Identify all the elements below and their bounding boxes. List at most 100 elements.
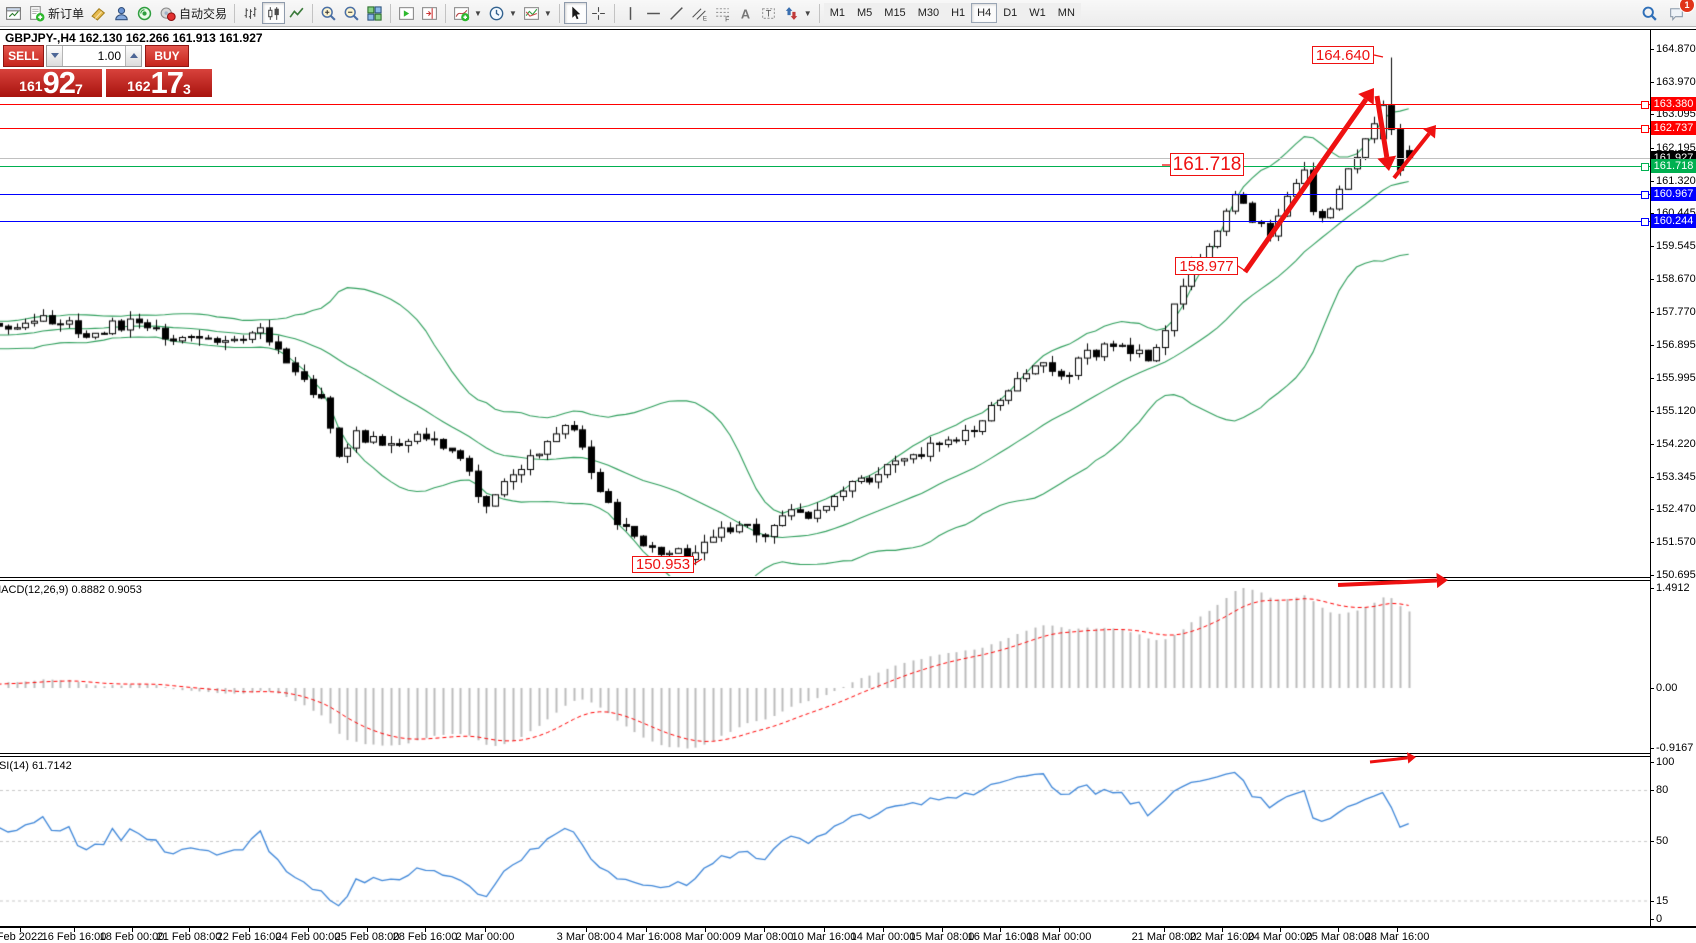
rsi-pane-divider2[interactable] xyxy=(0,756,1650,757)
horizontal-line[interactable] xyxy=(0,166,1650,167)
profile-button[interactable] xyxy=(110,2,133,24)
price-tick-label: 152.470 xyxy=(1656,503,1696,515)
timeframe-h4-button[interactable]: H4 xyxy=(971,3,997,23)
search-button[interactable] xyxy=(1638,2,1661,24)
price-callout-label[interactable]: 161.718 xyxy=(1170,153,1244,176)
toolbar-separator xyxy=(559,4,560,23)
label-button[interactable]: T xyxy=(757,2,780,24)
price-tick-label: 163.970 xyxy=(1656,76,1696,88)
shapes-button[interactable]: ▼ xyxy=(780,2,815,24)
line-end-marker[interactable] xyxy=(1641,191,1649,199)
time-tick-label: 16 Mar 16:00 xyxy=(968,931,1033,943)
timeframe-d1-button[interactable]: D1 xyxy=(997,3,1023,23)
horizontal-line[interactable] xyxy=(0,158,1650,159)
price-callout-label[interactable]: 158.977 xyxy=(1175,257,1238,275)
svg-text:T: T xyxy=(766,8,772,18)
trendline-button[interactable] xyxy=(665,2,688,24)
chevron-down-icon: ▼ xyxy=(474,9,482,18)
indicators-button[interactable]: ▼ xyxy=(450,2,485,24)
tile-windows-button[interactable] xyxy=(363,2,386,24)
vline-button[interactable] xyxy=(619,2,642,24)
time-tick-label: 22 Mar 16:00 xyxy=(1190,931,1255,943)
time-tick-label: 21 Mar 08:00 xyxy=(1132,931,1197,943)
macd-pane-divider[interactable] xyxy=(0,577,1650,578)
signal-button[interactable] xyxy=(133,2,156,24)
toolbar: 新订单自动交易▼▼▼EFAT▼M1M5M15M30H1H4D1W1MN1 xyxy=(0,0,1696,27)
zoom-out-icon xyxy=(343,5,360,22)
time-tick-label: 28 Mar 16:00 xyxy=(1365,931,1430,943)
candlestick-button[interactable] xyxy=(262,2,285,24)
lot-decrease-button[interactable] xyxy=(47,46,63,66)
time-tick-label: 18 Feb 00:00 xyxy=(100,931,165,943)
price-tick-label: 159.545 xyxy=(1656,240,1696,252)
hline-button[interactable] xyxy=(642,2,665,24)
templates-button[interactable]: ▼ xyxy=(520,2,555,24)
line-end-marker[interactable] xyxy=(1641,218,1649,226)
cursor-button[interactable] xyxy=(564,2,587,24)
horizontal-line[interactable] xyxy=(0,194,1650,195)
line-chart-button[interactable] xyxy=(285,2,308,24)
price-tick-label: 153.345 xyxy=(1656,471,1696,483)
lot-increase-button[interactable] xyxy=(125,46,141,66)
horizontal-line[interactable] xyxy=(0,221,1650,222)
fibonacci-button[interactable]: F xyxy=(711,2,734,24)
template-icon xyxy=(523,5,540,22)
autotrade-button[interactable]: 自动交易 xyxy=(156,2,230,24)
zoom-out-button[interactable] xyxy=(340,2,363,24)
line-end-marker[interactable] xyxy=(1641,163,1649,171)
chevron-down-icon: ▼ xyxy=(804,9,812,18)
price-tag: 162.737 xyxy=(1651,121,1696,135)
timeframe-w1-button[interactable]: W1 xyxy=(1023,3,1052,23)
timeframe-m30-button[interactable]: M30 xyxy=(912,3,945,23)
sell-price-panel[interactable]: 161927 xyxy=(0,69,102,97)
channel-button[interactable]: E xyxy=(688,2,711,24)
line-end-marker[interactable] xyxy=(1641,101,1649,109)
add-indicator-icon xyxy=(453,5,470,22)
lot-size-input[interactable] xyxy=(63,46,125,66)
periods-button[interactable]: ▼ xyxy=(485,2,520,24)
window-icon xyxy=(5,5,22,22)
svg-text:F: F xyxy=(725,16,729,22)
horizontal-line[interactable] xyxy=(0,104,1650,105)
zoom-in-icon xyxy=(320,5,337,22)
price-tick-label: 154.220 xyxy=(1656,438,1696,450)
buy-price-big: 17 xyxy=(151,69,183,97)
sell-price-big: 92 xyxy=(43,69,75,97)
window-button[interactable] xyxy=(2,2,25,24)
price-callout-label[interactable]: 150.953 xyxy=(632,556,694,573)
hline-icon xyxy=(645,5,662,22)
horizontal-line[interactable] xyxy=(0,128,1650,129)
timeframe-h1-button[interactable]: H1 xyxy=(945,3,971,23)
sell-button[interactable]: SELL xyxy=(3,45,44,67)
chart-canvas[interactable] xyxy=(0,0,1650,943)
time-tick-label: 10 Mar 16:00 xyxy=(792,931,857,943)
time-tick-label: 25 Feb 08:00 xyxy=(335,931,400,943)
crosshair-icon xyxy=(590,5,607,22)
bar-chart-button[interactable] xyxy=(239,2,262,24)
timeframe-m5-button[interactable]: M5 xyxy=(851,3,878,23)
rsi-pane-divider[interactable] xyxy=(0,753,1650,754)
text-button[interactable]: A xyxy=(734,2,757,24)
chart-shift-button[interactable] xyxy=(418,2,441,24)
timeframe-mn-button[interactable]: MN xyxy=(1052,3,1081,23)
new-order-button[interactable]: 新订单 xyxy=(25,2,87,24)
line-end-marker[interactable] xyxy=(1641,125,1649,133)
sell-price-sup: 7 xyxy=(75,69,83,97)
timeframe-m15-button[interactable]: M15 xyxy=(878,3,911,23)
macd-tick-label: 0.00 xyxy=(1656,682,1677,694)
eraser-button[interactable] xyxy=(87,2,110,24)
auto-scroll-button[interactable] xyxy=(395,2,418,24)
chart-shift-icon xyxy=(421,5,438,22)
toolbar-button-label: 自动交易 xyxy=(179,5,227,22)
price-callout-label[interactable]: 164.640 xyxy=(1312,46,1374,64)
triangle-up-icon xyxy=(130,53,138,58)
timeframe-m1-button[interactable]: M1 xyxy=(824,3,851,23)
crosshair-button[interactable] xyxy=(587,2,610,24)
buy-price-panel[interactable]: 162173 xyxy=(106,69,212,97)
rsi-tick-label: 15 xyxy=(1656,895,1668,907)
price-tick-label: 151.570 xyxy=(1656,536,1696,548)
time-tick-label: 8 Mar 00:00 xyxy=(676,931,735,943)
macd-pane-divider2[interactable] xyxy=(0,580,1650,581)
zoom-in-button[interactable] xyxy=(317,2,340,24)
buy-button[interactable]: BUY xyxy=(145,45,189,67)
